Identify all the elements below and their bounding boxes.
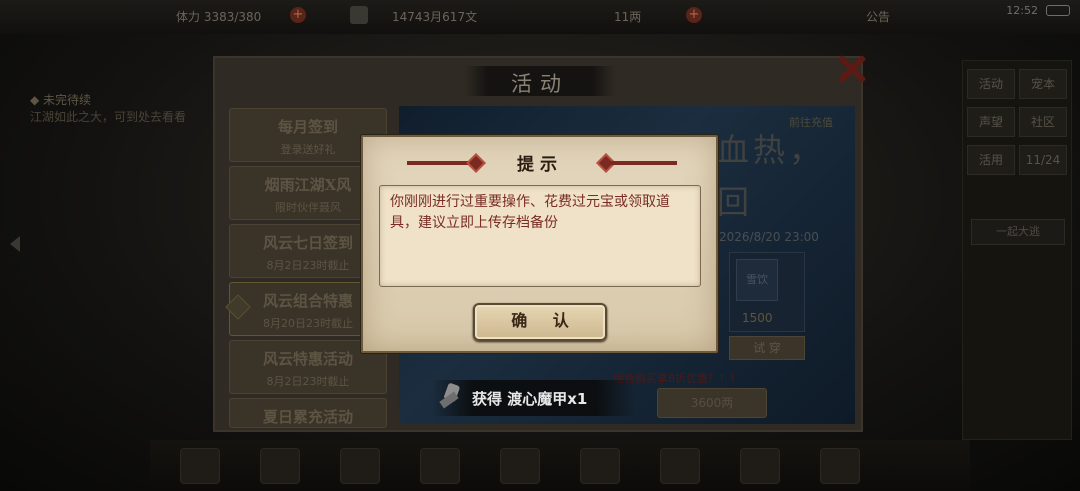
toolbar-slot[interactable] [180, 448, 220, 484]
tab-title: 每月签到 [277, 118, 338, 136]
toolbar-slot[interactable] [740, 448, 780, 484]
notice-button[interactable]: 公告 [866, 8, 890, 25]
armor-icon [438, 382, 464, 412]
menu-activity-button[interactable]: 活动 [967, 69, 1015, 99]
prompt-dialog: 提示 你刚刚进行过重要操作、花费过元宝或领取道具，建议立即上传存档备份 确 认 [361, 135, 718, 353]
menu-event-button[interactable]: 活用 [967, 145, 1015, 175]
add-silver-button[interactable]: + [686, 7, 702, 23]
tab-summer-recharge[interactable]: 夏日累充活动 [229, 398, 387, 428]
add-stamina-button[interactable]: + [290, 7, 306, 23]
banner-deadline: 2026/8/20 23:00 [719, 230, 819, 244]
silver-value: 11两 [614, 10, 642, 24]
toolbar-slot[interactable] [500, 448, 540, 484]
confirm-button[interactable]: 确 认 [473, 303, 607, 341]
stamina-value: 体力 3383/380 [176, 10, 262, 24]
item-acquired-toast: 获得 渡心魔甲x1 [432, 380, 636, 416]
toolbar-slot[interactable] [260, 448, 300, 484]
toolbar-slot[interactable] [660, 448, 700, 484]
task-tracker[interactable]: ◆ 未完待续 江湖如此之大，可到处去看看 [30, 92, 200, 126]
toolbar-slot[interactable] [420, 448, 460, 484]
item-price: 1500 [742, 311, 773, 325]
bottom-toolbar [150, 440, 970, 491]
toolbar-slot[interactable] [340, 448, 380, 484]
status-bar: 体力 3383/380 + 14743月617文 11两 + 公告 12:52 [0, 0, 1080, 34]
collapse-arrow-icon[interactable] [10, 236, 20, 252]
dialog-message: 你刚刚进行过重要操作、花费过元宝或领取道具，建议立即上传存档备份 [390, 194, 670, 231]
activity-title-bar: 活动 [465, 66, 615, 96]
copper-icon [350, 6, 368, 24]
menu-dungeon-button[interactable]: 宠本 [1019, 69, 1067, 99]
activity-title: 活动 [511, 72, 569, 96]
menu-counter: 11/24 [1019, 145, 1067, 175]
right-menu-panel: 活动 宠本 声望 社区 活用 11/24 一起大逃 [962, 60, 1072, 440]
toast-text: 获得 渡心魔甲x1 [472, 390, 588, 408]
ornament-diamond-icon [466, 153, 486, 173]
tab-title: 夏日累充活动 [262, 408, 353, 426]
close-icon[interactable] [833, 50, 871, 88]
message-box: 你刚刚进行过重要操作、花费过元宝或领取道具，建议立即上传存档备份 [379, 185, 701, 287]
item-card[interactable]: 雪饮 1500 [729, 252, 805, 332]
menu-community-button[interactable]: 社区 [1019, 107, 1067, 137]
recharge-link[interactable]: 前往充值 [789, 114, 833, 130]
try-on-button[interactable]: 试 穿 [729, 336, 805, 360]
task-title: ◆ 未完待续 [30, 93, 92, 107]
menu-wide-button[interactable]: 一起大逃 [971, 219, 1065, 245]
battery-icon [1046, 5, 1070, 16]
clock: 12:52 [1006, 4, 1038, 17]
title-ornament [607, 161, 677, 165]
menu-reputation-button[interactable]: 声望 [967, 107, 1015, 137]
dialog-title: 提示 [517, 155, 563, 175]
item-icon: 雪饮 [736, 259, 778, 301]
tab-subtitle: 8月2日23时截止 [266, 375, 350, 388]
copper-value: 14743月617文 [392, 10, 478, 24]
toolbar-slot[interactable] [820, 448, 860, 484]
task-description: 江湖如此之大，可到处去看看 [30, 110, 187, 124]
buy-combo-button[interactable]: 3600两 [657, 388, 767, 418]
toolbar-slot[interactable] [580, 448, 620, 484]
